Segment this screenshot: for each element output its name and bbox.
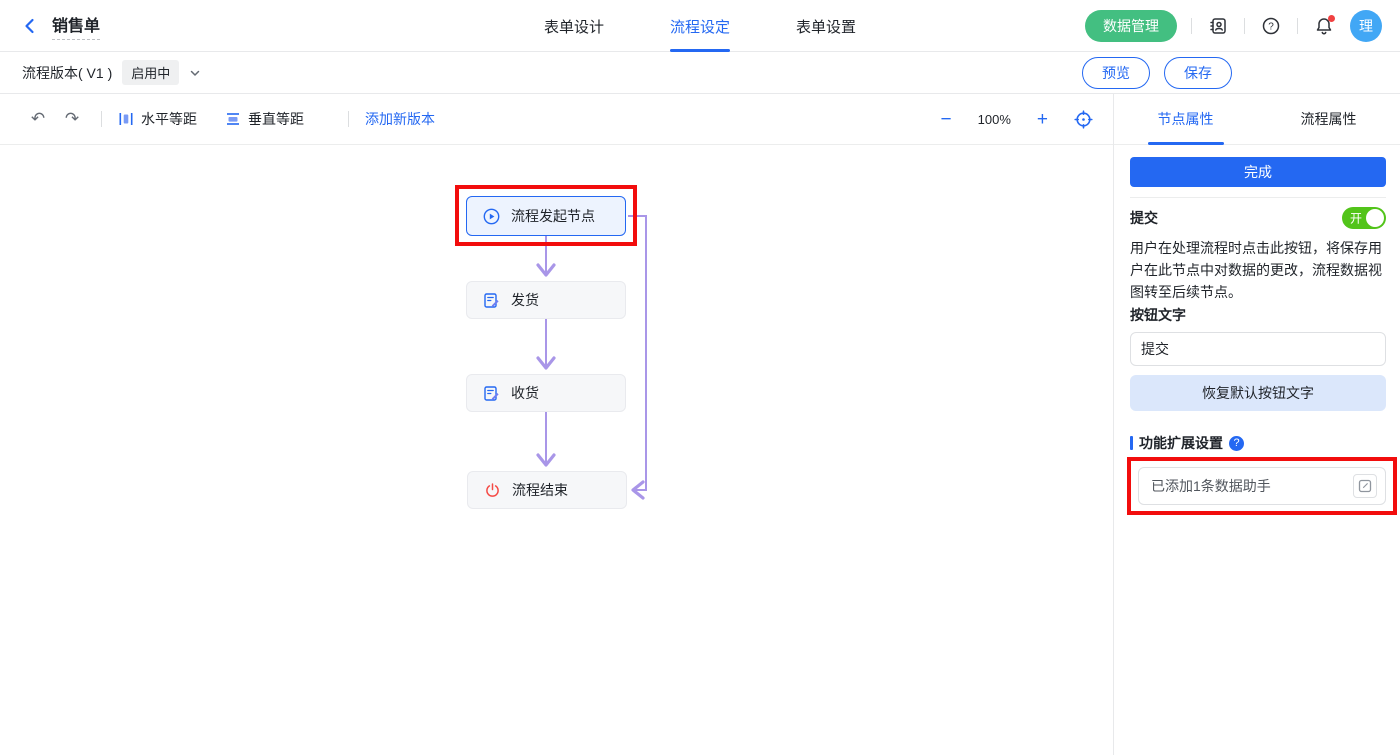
toggle-on-text: 开	[1350, 210, 1362, 227]
avatar[interactable]: 理	[1350, 10, 1382, 42]
restore-default-button[interactable]: 恢复默认按钮文字	[1130, 375, 1386, 411]
tab-form-settings[interactable]: 表单设置	[796, 0, 856, 52]
tab-flow-properties[interactable]: 流程属性	[1257, 94, 1400, 144]
flow-node-start[interactable]: 流程发起节点	[466, 196, 626, 236]
complete-button[interactable]: 完成	[1130, 157, 1386, 187]
button-text-label: 按钮文字	[1130, 305, 1386, 325]
add-version-link[interactable]: 添加新版本	[365, 109, 435, 129]
flow-node-ship[interactable]: 发货	[466, 281, 626, 319]
notification-bell-icon[interactable]	[1312, 14, 1336, 38]
help-icon[interactable]: ?	[1259, 14, 1283, 38]
help-question-icon[interactable]: ?	[1229, 436, 1244, 451]
power-icon	[484, 482, 501, 499]
section-accent-bar	[1130, 436, 1133, 450]
version-label: 流程版本( V1 )	[22, 63, 112, 83]
zoom-out-button[interactable]: −	[941, 110, 952, 129]
panel-tabs: 节点属性 流程属性	[1114, 94, 1400, 145]
button-text-input[interactable]	[1130, 332, 1386, 366]
contacts-icon[interactable]	[1206, 14, 1230, 38]
top-header: 销售单 表单设计 流程设定 表单设置 数据管理 ?	[0, 0, 1400, 52]
flow-node-label: 流程发起节点	[511, 206, 595, 226]
divider	[101, 111, 102, 127]
vertical-spacing-button[interactable]: 垂直等距	[225, 109, 304, 129]
divider	[348, 111, 349, 127]
annotation-box-assistant: 已添加1条数据助手	[1127, 457, 1397, 515]
tab-flow-settings[interactable]: 流程设定	[670, 0, 730, 52]
redo-icon[interactable]: ↷	[59, 109, 85, 129]
fit-center-icon[interactable]	[1074, 110, 1093, 129]
flow-node-label: 流程结束	[512, 480, 568, 500]
svg-text:?: ?	[1268, 21, 1274, 32]
submit-toggle[interactable]: 开	[1342, 207, 1386, 229]
save-button[interactable]: 保存	[1164, 57, 1232, 89]
page-title[interactable]: 销售单	[52, 12, 100, 40]
divider	[1191, 18, 1192, 34]
play-icon	[483, 208, 500, 225]
undo-icon[interactable]: ↶	[25, 109, 51, 129]
flow-canvas: ↶ ↷ 水平等距 垂直等距 添加新版本 − 100% +	[0, 94, 1113, 755]
flow-node-end[interactable]: 流程结束	[467, 471, 627, 509]
assistant-item-text: 已添加1条数据助手	[1151, 476, 1271, 496]
horizontal-spacing-icon	[118, 111, 134, 127]
edit-icon[interactable]	[1353, 474, 1377, 498]
tab-node-properties[interactable]: 节点属性	[1114, 94, 1257, 144]
version-dropdown-chevron-icon[interactable]	[189, 67, 201, 79]
toggle-knob	[1366, 209, 1384, 227]
flow-node-receive[interactable]: 收货	[466, 374, 626, 412]
zoom-in-button[interactable]: +	[1037, 110, 1048, 129]
form-edit-icon	[483, 292, 500, 309]
submit-label: 提交	[1130, 208, 1158, 228]
notification-dot	[1328, 15, 1335, 22]
form-edit-icon	[483, 385, 500, 402]
version-bar: 流程版本( V1 ) 启用中 预览 保存	[0, 52, 1400, 94]
status-badge: 启用中	[122, 60, 179, 85]
extension-section-title: 功能扩展设置	[1139, 433, 1223, 453]
data-assistant-item[interactable]: 已添加1条数据助手	[1138, 467, 1386, 505]
vertical-spacing-icon	[225, 111, 241, 127]
back-icon[interactable]	[20, 16, 40, 36]
properties-panel: 节点属性 流程属性 完成 提交 开 用户在处理流程时点击此按钮，将保存用户在此节…	[1113, 94, 1400, 755]
flow-edges	[0, 94, 1113, 755]
submit-description: 用户在处理流程时点击此按钮，将保存用户在此节点中对数据的更改，流程数据视图转至后…	[1130, 237, 1386, 303]
zoom-level: 100%	[978, 112, 1011, 127]
tab-form-design[interactable]: 表单设计	[544, 0, 604, 52]
horizontal-spacing-button[interactable]: 水平等距	[118, 109, 197, 129]
divider	[1297, 18, 1298, 34]
data-manage-button[interactable]: 数据管理	[1085, 10, 1177, 42]
divider	[1244, 18, 1245, 34]
flow-node-label: 发货	[511, 290, 539, 310]
canvas-toolbar: ↶ ↷ 水平等距 垂直等距 添加新版本 − 100% +	[0, 94, 1113, 145]
flow-node-label: 收货	[511, 383, 539, 403]
divider	[1130, 197, 1386, 198]
preview-button[interactable]: 预览	[1082, 57, 1150, 89]
